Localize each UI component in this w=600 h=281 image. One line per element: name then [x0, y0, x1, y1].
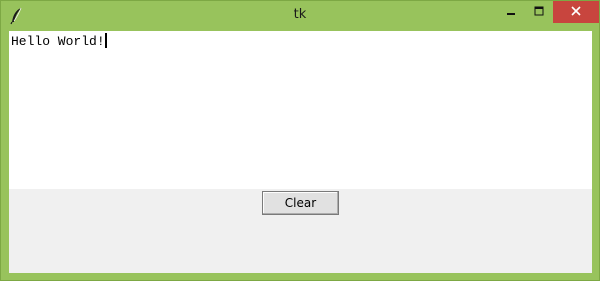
- minimize-icon: [506, 3, 516, 21]
- text-editor[interactable]: Hello World!: [9, 31, 592, 189]
- window-controls: [497, 1, 599, 23]
- editor-text: Hello World!: [11, 34, 105, 49]
- app-window: tk Hello World! Clear: [0, 0, 600, 281]
- maximize-button[interactable]: [525, 1, 553, 23]
- close-icon: [571, 3, 581, 21]
- minimize-button[interactable]: [497, 1, 525, 23]
- clear-button[interactable]: Clear: [262, 191, 339, 215]
- client-area: Hello World! Clear: [9, 31, 592, 273]
- text-cursor: [104, 33, 107, 48]
- close-button[interactable]: [553, 1, 599, 23]
- maximize-icon: [534, 3, 544, 21]
- title-bar[interactable]: tk: [1, 1, 599, 31]
